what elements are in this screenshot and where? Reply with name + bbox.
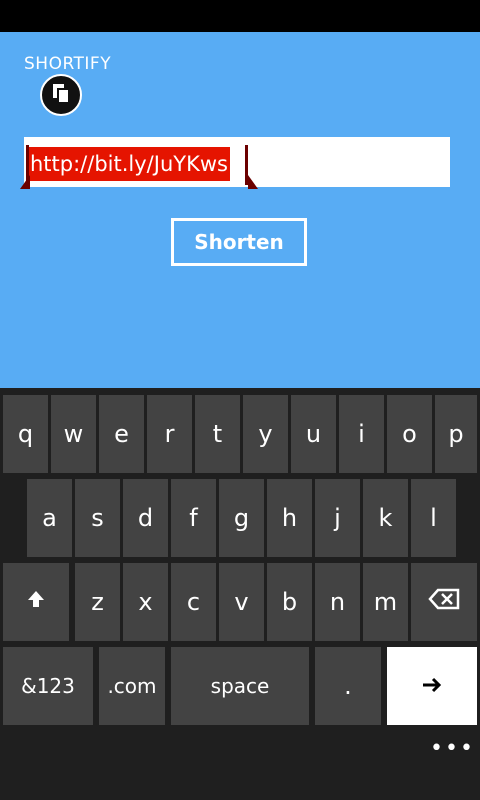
- period-key[interactable]: .: [315, 647, 381, 725]
- paste-button[interactable]: [40, 74, 82, 116]
- key-f[interactable]: f: [171, 479, 216, 557]
- key-m[interactable]: m: [363, 563, 408, 641]
- symbols-key[interactable]: &123: [3, 647, 93, 725]
- key-d[interactable]: d: [123, 479, 168, 557]
- key-s[interactable]: s: [75, 479, 120, 557]
- backspace-key[interactable]: [411, 563, 477, 641]
- key-a[interactable]: a: [27, 479, 72, 557]
- arrow-right-icon: [421, 672, 443, 700]
- url-selected-text: http://bit.ly/JuYKws: [28, 147, 230, 181]
- key-j[interactable]: j: [315, 479, 360, 557]
- backspace-icon: [428, 588, 460, 616]
- key-l[interactable]: l: [411, 479, 456, 557]
- key-h[interactable]: h: [267, 479, 312, 557]
- key-z[interactable]: z: [75, 563, 120, 641]
- key-o[interactable]: o: [387, 395, 432, 473]
- dotcom-key[interactable]: .com: [99, 647, 165, 725]
- key-c[interactable]: c: [171, 563, 216, 641]
- key-w[interactable]: w: [51, 395, 96, 473]
- key-v[interactable]: v: [219, 563, 264, 641]
- key-e[interactable]: e: [99, 395, 144, 473]
- key-t[interactable]: t: [195, 395, 240, 473]
- selection-start-gripper[interactable]: [20, 175, 30, 189]
- key-r[interactable]: r: [147, 395, 192, 473]
- shorten-button[interactable]: Shorten: [171, 218, 307, 266]
- paste-icon: [50, 82, 72, 108]
- system-tray: [0, 0, 480, 32]
- app-title: SHORTIFY: [24, 54, 112, 74]
- more-options[interactable]: •••: [430, 736, 475, 761]
- key-y[interactable]: y: [243, 395, 288, 473]
- key-i[interactable]: i: [339, 395, 384, 473]
- key-u[interactable]: u: [291, 395, 336, 473]
- enter-key[interactable]: [387, 647, 477, 725]
- shift-arrow-icon: [25, 588, 47, 616]
- key-n[interactable]: n: [315, 563, 360, 641]
- key-x[interactable]: x: [123, 563, 168, 641]
- shift-key[interactable]: [3, 563, 69, 641]
- selection-end-gripper[interactable]: [248, 175, 258, 189]
- key-b[interactable]: b: [267, 563, 312, 641]
- key-q[interactable]: q: [3, 395, 48, 473]
- url-input[interactable]: http://bit.ly/JuYKws: [20, 137, 450, 189]
- key-p[interactable]: p: [435, 395, 477, 473]
- key-g[interactable]: g: [219, 479, 264, 557]
- onscreen-keyboard: q w e r t y u i o p a s d f g h j k l z …: [0, 388, 480, 800]
- key-k[interactable]: k: [363, 479, 408, 557]
- app-area: SHORTIFY http://bit.ly/JuYKws Shorten: [0, 32, 480, 388]
- space-key[interactable]: space: [171, 647, 309, 725]
